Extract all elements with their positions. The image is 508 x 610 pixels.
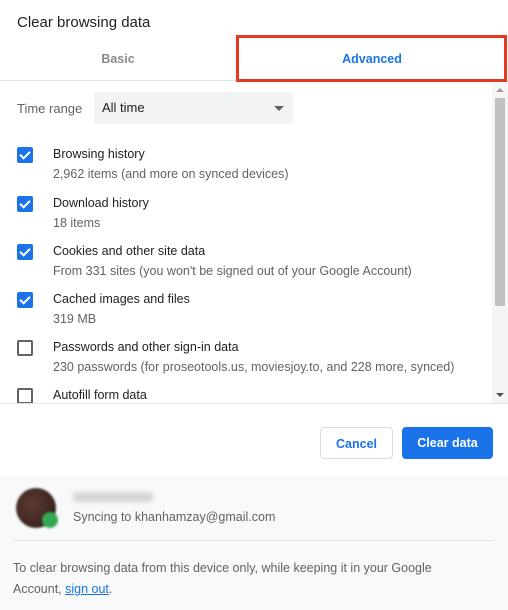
scrollbar-thumb[interactable] (495, 98, 505, 306)
item-label: Browsing history (53, 147, 145, 161)
time-range-select[interactable]: All time (94, 92, 293, 124)
dialog-title: Clear browsing data (17, 14, 151, 31)
list-scrollbar[interactable] (492, 83, 508, 403)
checkbox-checked-icon[interactable] (17, 147, 33, 163)
divider (0, 403, 508, 404)
list-item-cookies[interactable]: Cookies and other site data From 331 sit… (0, 230, 480, 278)
cancel-button[interactable]: Cancel (320, 427, 393, 459)
clear-data-button[interactable]: Clear data (402, 427, 493, 459)
list-item-download-history[interactable]: Download history 18 items (0, 182, 480, 230)
item-label: Download history (53, 196, 149, 210)
tab-bar: Basic Advanced (0, 38, 508, 81)
scroll-up-arrow-icon[interactable] (496, 88, 504, 92)
time-range-row: Time range All time (17, 92, 293, 124)
checkbox-checked-icon[interactable] (17, 244, 33, 260)
tab-advanced[interactable]: Advanced (236, 38, 508, 80)
scroll-down-arrow-icon[interactable] (496, 393, 504, 397)
divider (14, 540, 494, 541)
item-label: Autofill form data (53, 388, 147, 402)
list-item-browsing-history[interactable]: Browsing history 2,962 items (and more o… (0, 133, 480, 181)
account-footer: Syncing to khanhamzay@gmail.com To clear… (0, 476, 508, 610)
item-label: Passwords and other sign-in data (53, 340, 239, 354)
checkbox-unchecked-icon[interactable] (17, 340, 33, 356)
sync-badge-icon (42, 512, 58, 528)
checkbox-checked-icon[interactable] (17, 292, 33, 308)
item-detail: 18 items (53, 216, 101, 230)
info-text-end: . (108, 582, 113, 596)
data-type-list: Browsing history 2,962 items (and more o… (0, 133, 492, 403)
list-item-cached-images[interactable]: Cached images and files 319 MB (0, 278, 480, 326)
account-name-blurred (73, 492, 153, 502)
sign-out-link[interactable]: sign out (65, 582, 109, 596)
list-item-passwords[interactable]: Passwords and other sign-in data 230 pas… (0, 326, 480, 374)
time-range-label: Time range (17, 100, 83, 116)
sync-status-text: Syncing to khanhamzay@gmail.com (73, 510, 276, 524)
item-label: Cookies and other site data (53, 244, 206, 258)
dropdown-caret-icon (274, 106, 284, 111)
time-range-value: All time (102, 100, 145, 115)
item-detail: 230 passwords (for proseotools.us, movie… (53, 360, 455, 374)
item-detail: 319 MB (53, 312, 97, 326)
sign-out-info: To clear browsing data from this device … (13, 558, 483, 600)
item-detail: 2,962 items (and more on synced devices) (53, 167, 289, 181)
item-detail: From 331 sites (you won't be signed out … (53, 264, 412, 278)
checkbox-unchecked-icon[interactable] (17, 388, 33, 403)
tab-basic[interactable]: Basic (0, 38, 236, 80)
item-label: Cached images and files (53, 292, 190, 306)
list-item-autofill[interactable]: Autofill form data (0, 374, 480, 403)
checkbox-checked-icon[interactable] (17, 196, 33, 212)
